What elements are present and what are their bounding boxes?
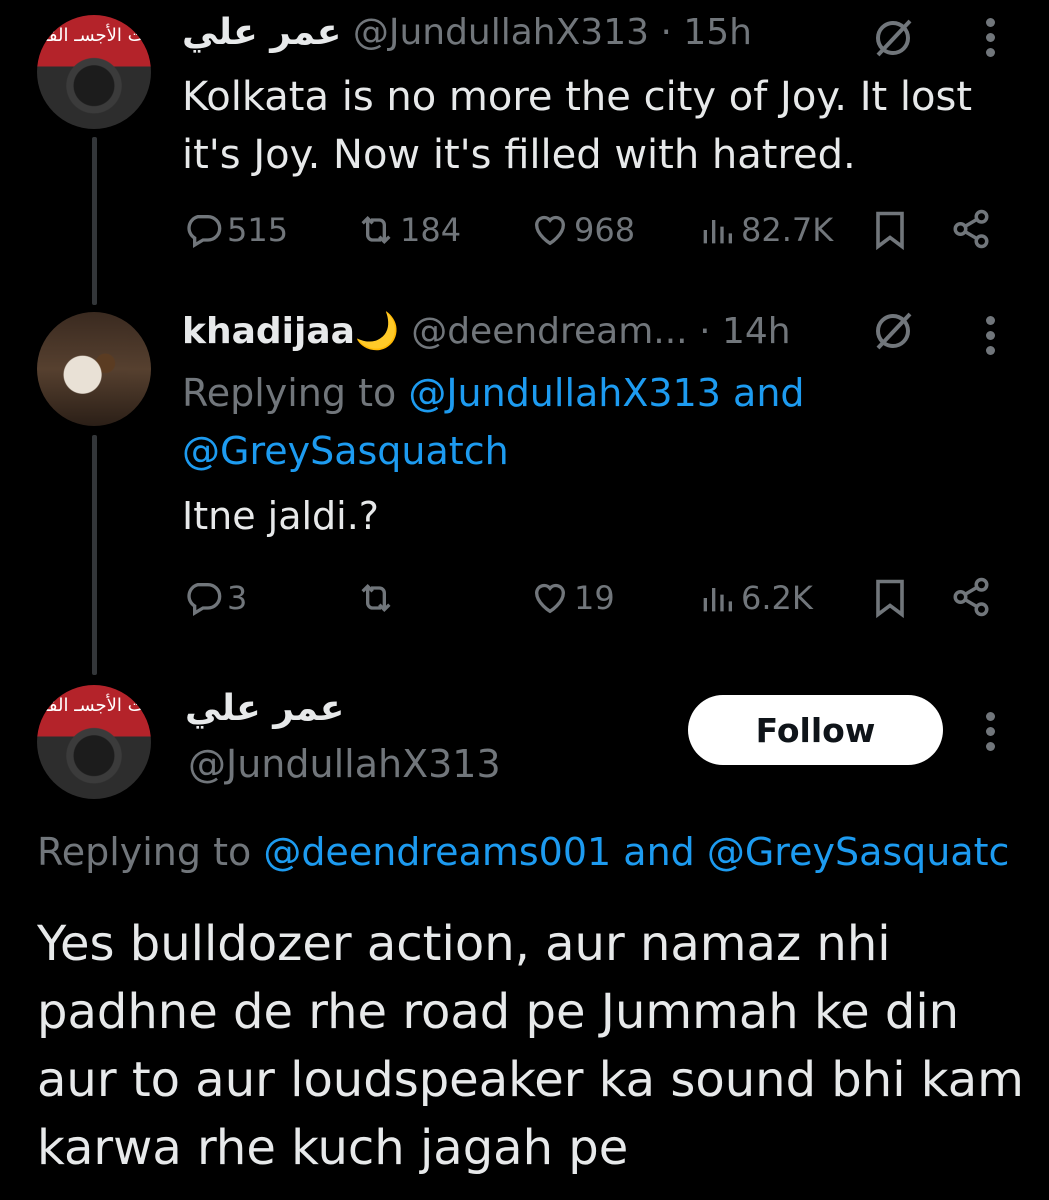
tweet-text-line: aur to aur loudspeaker ka sound bhi kam (37, 1052, 1024, 1108)
views-button[interactable]: 6.2K (697, 578, 813, 618)
like-button[interactable]: 968 (530, 210, 635, 250)
bookmark-icon[interactable] (872, 576, 908, 620)
tweet-text-line: Kolkata is no more the city of Joy. It l… (182, 74, 973, 120)
grok-slash-icon[interactable] (870, 308, 916, 354)
share-icon[interactable] (950, 576, 992, 618)
handle[interactable]: @JundullahX313 (188, 742, 501, 786)
reply-count: 515 (227, 211, 289, 249)
display-name[interactable]: عمر علي (185, 688, 344, 729)
share-icon[interactable] (950, 208, 992, 250)
tweet-text-line: karwa rhe kuch jagah pe (37, 1120, 629, 1176)
reply-button[interactable]: 3 (183, 578, 247, 618)
thread-line (92, 137, 97, 305)
reply-count: 3 (227, 579, 248, 617)
tweet-header: khadijaa🌙 @deendream... · 14h (182, 310, 791, 352)
replying-and: and (720, 371, 805, 415)
more-options-icon[interactable] (986, 18, 996, 63)
grok-slash-icon[interactable] (870, 15, 916, 61)
display-name[interactable]: khadijaa (182, 311, 355, 352)
tweet-text-line: padhne de rhe road pe Jummah ke din (37, 984, 960, 1040)
replying-to: Replying to @deendreams001 and @GreySasq… (37, 830, 1049, 874)
reply-icon (187, 215, 222, 248)
mention-link[interactable]: @deendreams001 (263, 830, 611, 874)
avatar[interactable] (37, 312, 151, 426)
tweet-text: Itne jaldi.? (182, 494, 379, 538)
repost-icon (361, 583, 391, 613)
follow-button[interactable]: Follow (688, 695, 943, 765)
heart-icon (534, 215, 566, 246)
avatar-text: ت الأجسـ الفا (43, 25, 145, 46)
tweet-header: عمر علي @JundullahX313 · 15h (182, 12, 752, 53)
repost-button[interactable]: 184 (356, 210, 461, 250)
avatar[interactable]: ت الأجسـ الفا (37, 15, 151, 129)
handle[interactable]: @deendream... (411, 311, 687, 352)
replying-and: and (611, 830, 707, 874)
views-icon (703, 220, 732, 244)
tweet-text-line: Yes bulldozer action, aur namaz nhi (37, 916, 891, 972)
repost-icon (361, 215, 391, 245)
timestamp[interactable]: · 14h (699, 311, 791, 352)
view-count: 6.2K (741, 579, 813, 617)
more-options-icon[interactable] (986, 316, 996, 361)
display-name[interactable]: عمر علي (182, 12, 341, 53)
mention-link[interactable]: @JundullahX313 (408, 371, 721, 415)
thread-line (92, 435, 97, 675)
views-button[interactable]: 82.7K (697, 210, 833, 250)
like-count: 968 (574, 211, 636, 249)
reply-button[interactable]: 515 (183, 210, 288, 250)
repost-count: 184 (400, 211, 462, 249)
replying-prefix: Replying to (37, 830, 264, 874)
mention-link[interactable]: @GreySasquatch (182, 429, 509, 473)
timestamp[interactable]: · 15h (660, 12, 752, 53)
tweet-text: Kolkata is no more the city of Joy. It l… (182, 68, 972, 184)
tweet-text: Yes bulldozer action, aur namaz nhi padh… (37, 910, 1024, 1182)
views-icon (703, 588, 732, 612)
heart-icon (534, 583, 566, 614)
avatar-text: ت الأجسـ الفا (43, 695, 145, 716)
tweet-text-line: it's Joy. Now it's filled with hatred. (182, 132, 856, 178)
more-options-icon[interactable] (986, 712, 996, 757)
bookmark-icon[interactable] (872, 208, 908, 252)
handle[interactable]: @JundullahX313 (353, 12, 649, 53)
view-count: 82.7K (741, 211, 834, 249)
mention-link[interactable]: @GreySasquatc (707, 830, 1010, 874)
moon-emoji: 🌙 (354, 311, 400, 352)
replying-prefix: Replying to (182, 371, 409, 415)
like-button[interactable]: 19 (530, 578, 615, 618)
repost-button[interactable] (356, 578, 400, 618)
replying-to: Replying to @JundullahX313 and @GreySasq… (182, 364, 805, 480)
reply-icon (187, 583, 222, 616)
avatar[interactable]: ت الأجسـ الفا (37, 685, 151, 799)
like-count: 19 (574, 579, 615, 617)
